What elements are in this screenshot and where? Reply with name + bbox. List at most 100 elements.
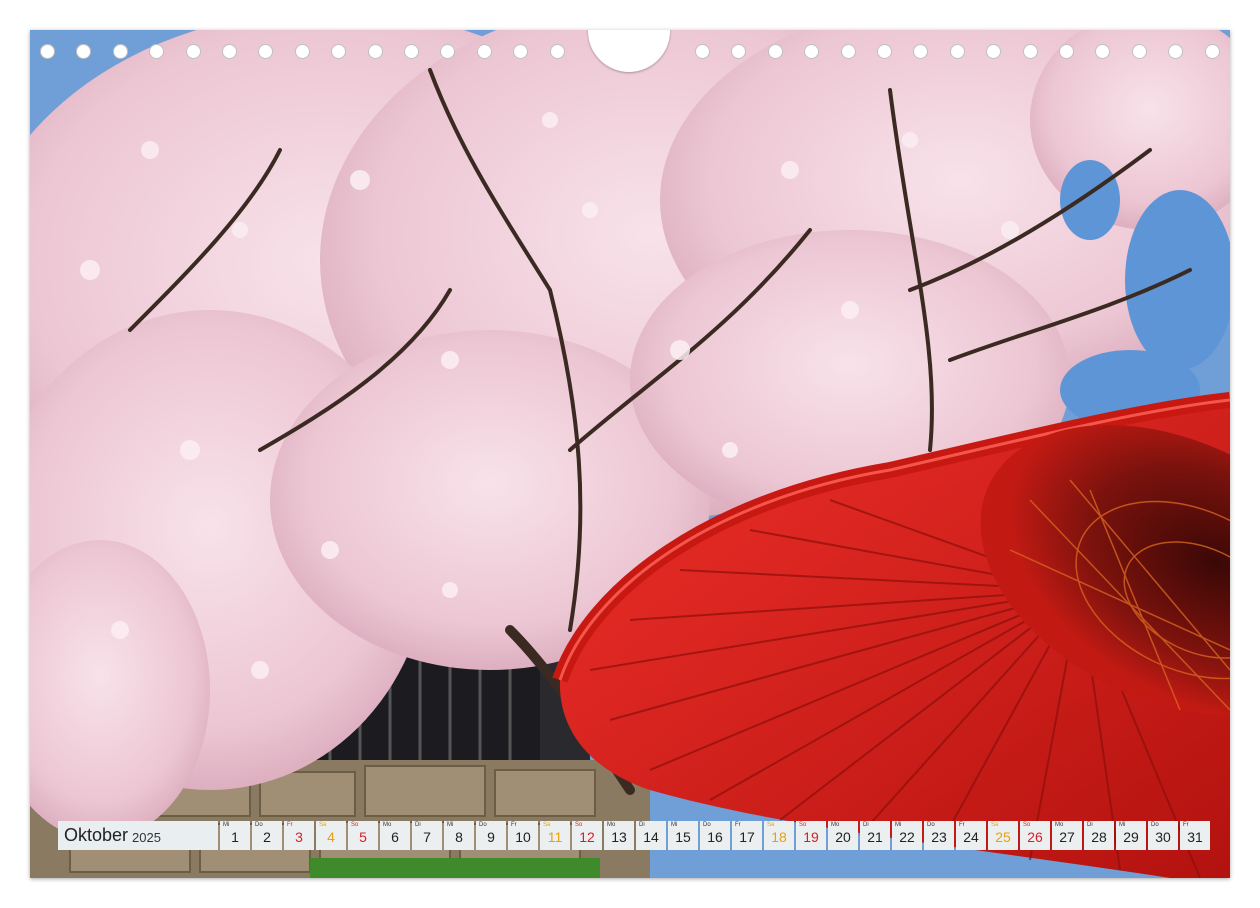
day-of-week: Mi [223, 822, 230, 828]
binding-hole [986, 44, 1002, 59]
day-number: 4 [327, 829, 335, 845]
day-cell: So 12 [572, 821, 602, 850]
day-number: 5 [359, 829, 367, 845]
day-of-week: Mi [1119, 822, 1126, 828]
day-cell: So 5 [348, 821, 378, 850]
day-of-week: Sa [319, 822, 327, 828]
day-of-week: Di [639, 822, 645, 828]
day-number: 22 [899, 829, 915, 845]
binding-hole [877, 44, 892, 59]
binding-hole [367, 44, 383, 59]
binding-hole [185, 44, 201, 59]
day-number: 1 [231, 829, 239, 845]
day-cell: Do 16 [700, 821, 730, 850]
day-number: 15 [675, 829, 691, 845]
day-of-week: So [799, 822, 807, 828]
calendar-page: Oktober 2025 Mi 1 Do 2 Fr 3 Sa 4 So 5 Mo 6 Di 7 Mi 8 Do 9… [30, 30, 1230, 878]
day-number: 23 [931, 829, 947, 845]
day-number: 14 [643, 829, 659, 845]
binding-hole [404, 44, 419, 59]
day-of-week: Fr [735, 822, 741, 828]
day-number: 8 [455, 829, 463, 845]
day-cell: Mi 1 [220, 821, 250, 850]
day-number: 10 [515, 829, 531, 845]
binding-hole [513, 44, 529, 59]
binding-hole [1095, 44, 1111, 59]
binding-hole [294, 44, 310, 59]
day-of-week: Di [415, 822, 421, 828]
day-of-week: So [1023, 822, 1031, 828]
day-of-week: Do [703, 822, 711, 828]
day-of-week: Do [927, 822, 935, 828]
day-number: 24 [963, 829, 979, 845]
binding-hole [331, 44, 347, 59]
binding-hole [949, 44, 965, 59]
day-cell: Mi 29 [1116, 821, 1146, 850]
day-of-week: Mo [1055, 822, 1064, 828]
binding-hole [549, 44, 565, 59]
day-cell: Sa 18 [764, 821, 794, 850]
day-of-week: Mi [895, 822, 902, 828]
binding-hole [1168, 44, 1184, 59]
day-of-week: Di [863, 822, 869, 828]
day-cell: Fr 17 [732, 821, 762, 850]
binding-hole [1022, 44, 1038, 59]
day-number: 21 [867, 829, 883, 845]
binding-hole [1059, 44, 1074, 59]
day-of-week: Do [1151, 822, 1159, 828]
binding-hole [440, 44, 456, 59]
binding-hole [76, 44, 92, 59]
day-number: 28 [1091, 829, 1107, 845]
day-number: 13 [611, 829, 627, 845]
binding-hole [258, 44, 274, 59]
day-cell: Mi 22 [892, 821, 922, 850]
day-number: 18 [771, 829, 787, 845]
day-cell: Di 28 [1084, 821, 1114, 850]
day-of-week: So [351, 822, 359, 828]
day-of-week: Sa [543, 822, 551, 828]
day-number: 6 [391, 829, 399, 845]
binding-hole [913, 44, 929, 59]
day-cell: Di 7 [412, 821, 442, 850]
month-name: Oktober [64, 825, 129, 845]
day-of-week: Fr [1183, 822, 1189, 828]
calendar-strip: Oktober 2025 Mi 1 Do 2 Fr 3 Sa 4 So 5 Mo 6 Di 7 Mi 8 Do 9… [58, 821, 1210, 850]
day-of-week: Sa [991, 822, 999, 828]
month-year: 2025 [132, 829, 161, 845]
binding-hole [840, 44, 856, 59]
day-of-week: Fr [511, 822, 517, 828]
binding-hole [40, 44, 55, 59]
day-cell: Do 2 [252, 821, 282, 850]
day-of-week: Sa [767, 822, 775, 828]
day-of-week: Mo [383, 822, 392, 828]
binding-hole [149, 44, 165, 59]
binding-hole [695, 44, 710, 59]
day-of-week: Mo [607, 822, 616, 828]
day-number: 2 [263, 829, 271, 845]
day-cell: Sa 4 [316, 821, 346, 850]
cherry-blossom-photo [30, 30, 1230, 878]
binding-hole [112, 44, 128, 59]
day-cell: Sa 11 [540, 821, 570, 850]
month-label-box: Oktober 2025 [58, 821, 218, 850]
day-of-week: Mi [447, 822, 454, 828]
day-cell: Do 9 [476, 821, 506, 850]
day-number: 31 [1187, 829, 1203, 845]
day-number: 27 [1059, 829, 1075, 845]
day-cell: Mo 6 [380, 821, 410, 850]
day-cell: Mo 27 [1052, 821, 1082, 850]
binding-hole [731, 44, 747, 59]
day-cell: Mi 15 [668, 821, 698, 850]
day-number: 30 [1155, 829, 1171, 845]
day-cell: Fr 24 [956, 821, 986, 850]
day-cell: Do 30 [1148, 821, 1178, 850]
day-of-week: Mo [831, 822, 840, 828]
day-number: 17 [739, 829, 755, 845]
day-cell: Mo 13 [604, 821, 634, 850]
binding-hole [1131, 44, 1147, 59]
day-number: 9 [487, 829, 495, 845]
day-number: 16 [707, 829, 723, 845]
day-number: 20 [835, 829, 851, 845]
binding-hole [1204, 44, 1220, 59]
binding-hole [476, 44, 492, 59]
